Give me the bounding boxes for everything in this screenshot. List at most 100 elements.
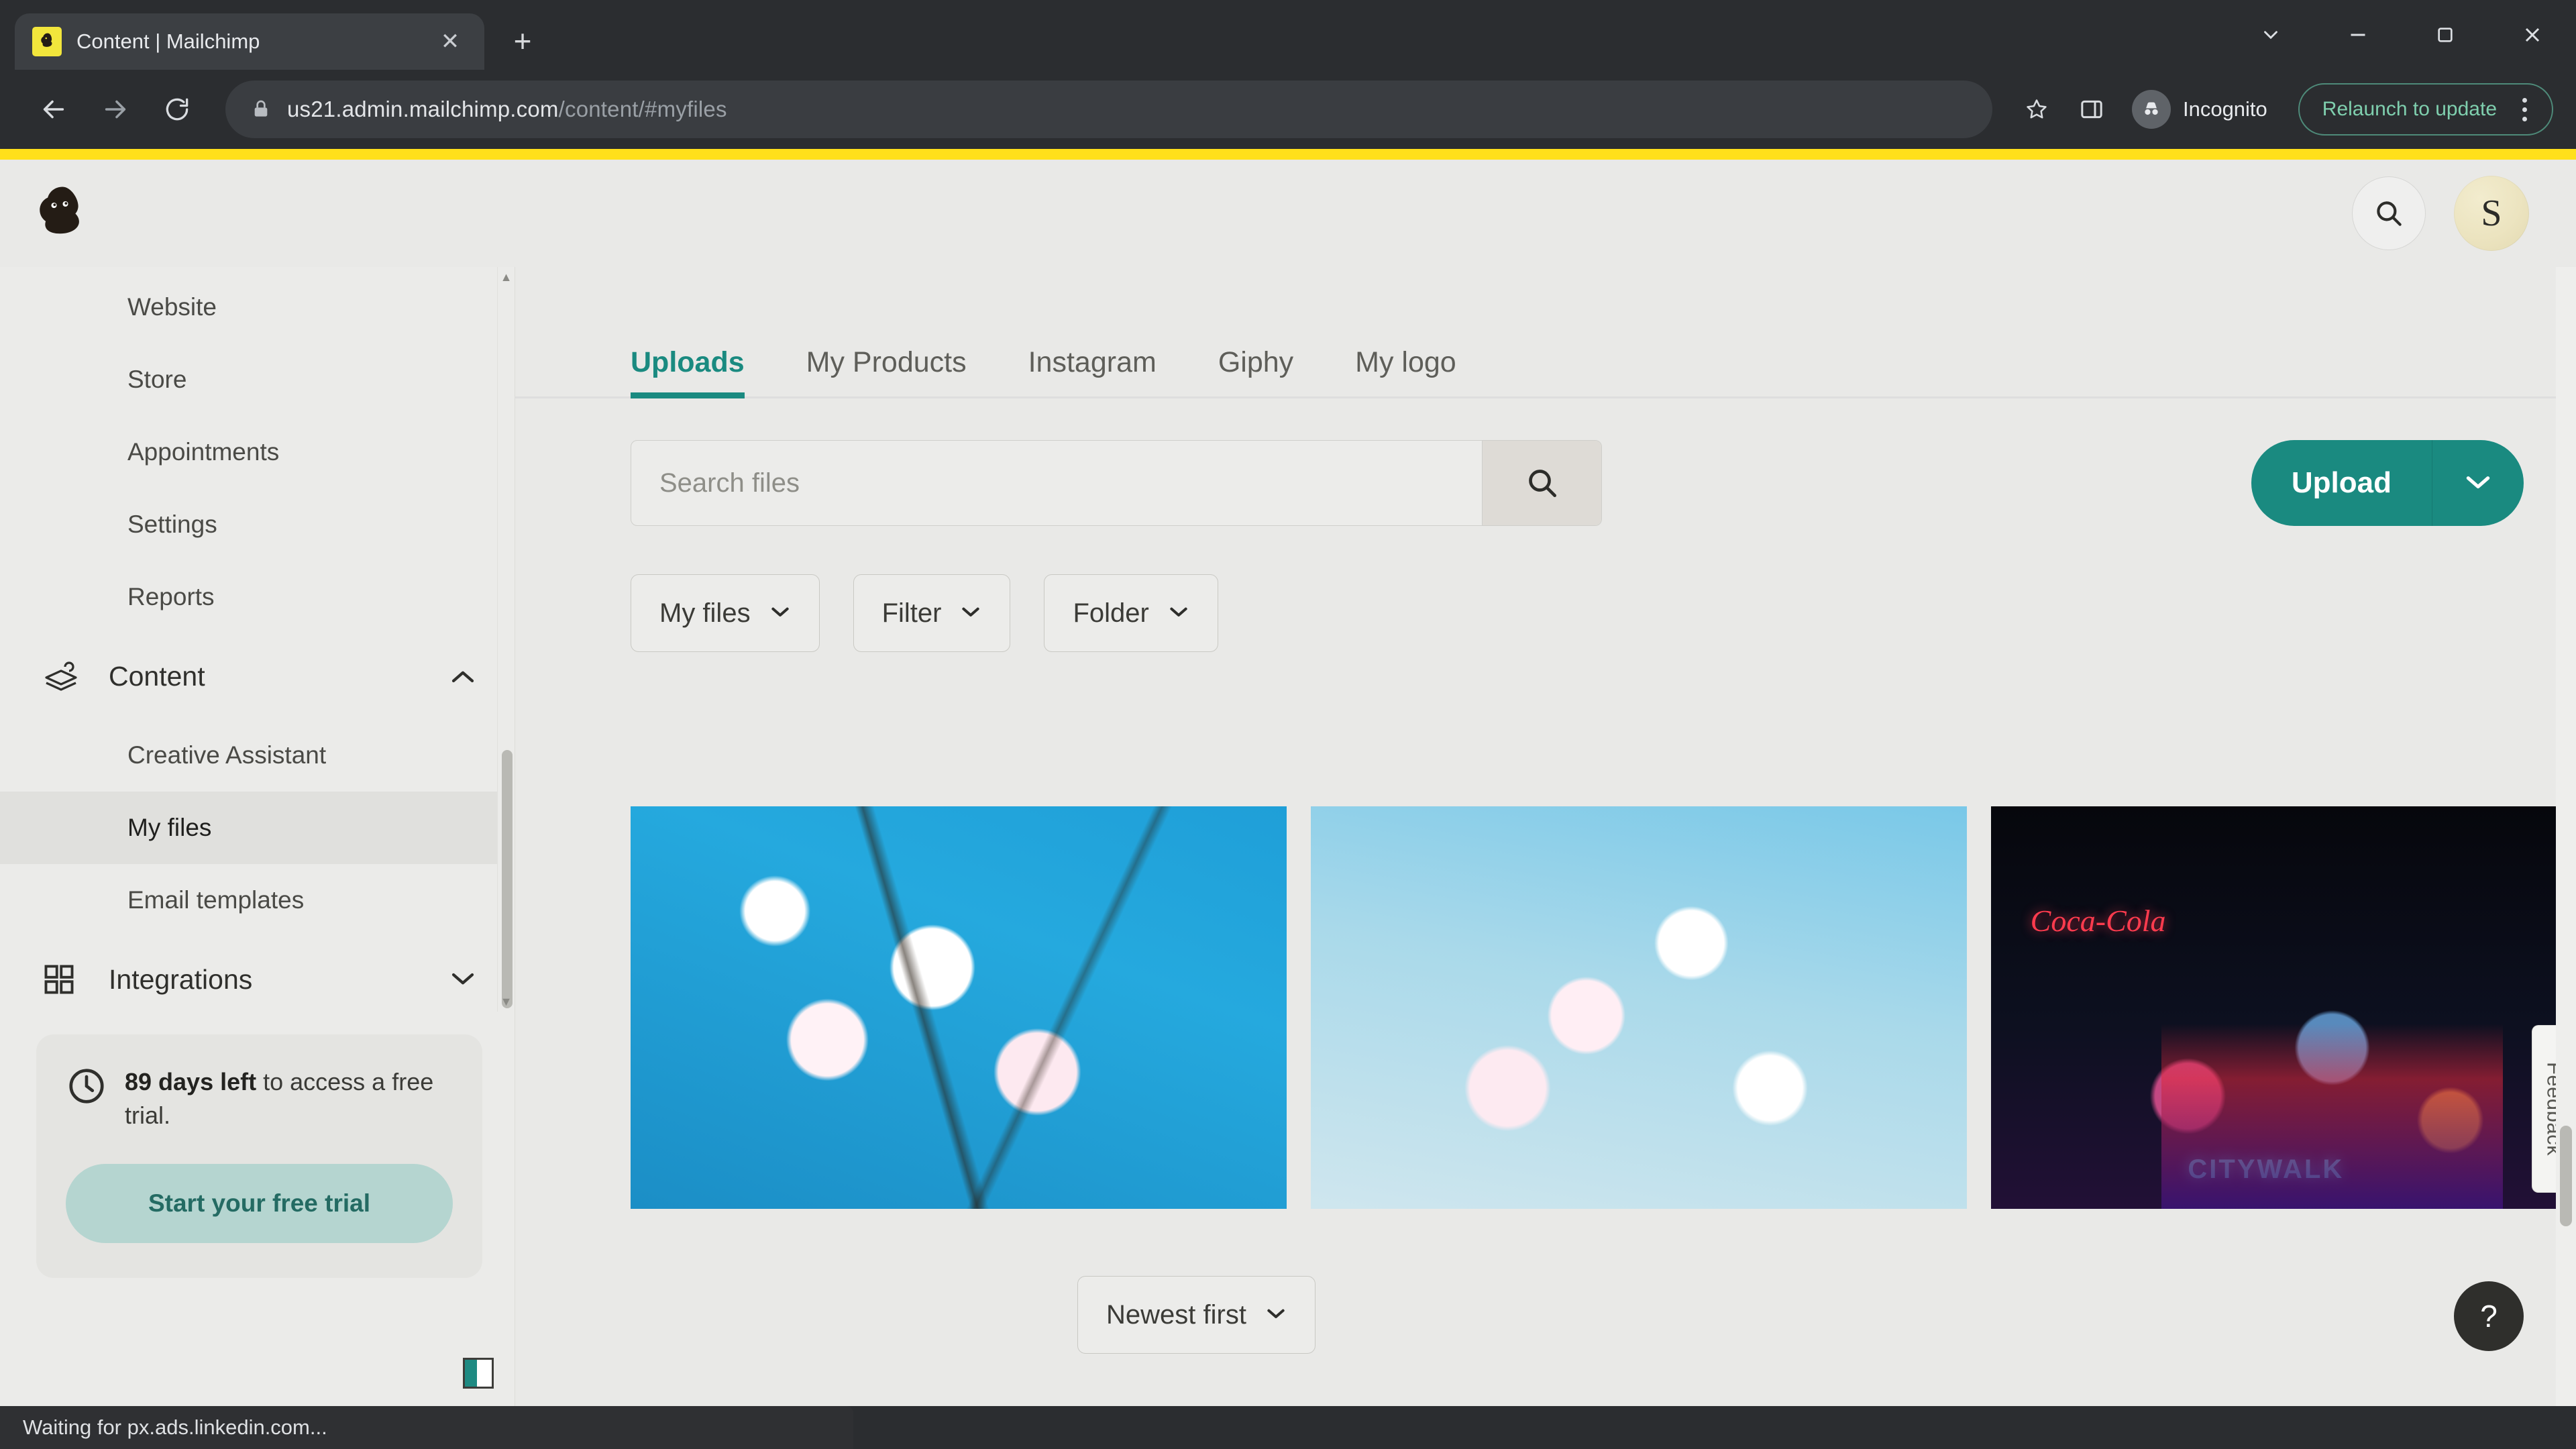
tab-instagram[interactable]: Instagram	[1028, 346, 1157, 396]
my-files-dropdown-label: My files	[659, 598, 751, 628]
browser-tab[interactable]: Content | Mailchimp ✕	[15, 13, 484, 70]
trial-days: 89 days left	[125, 1068, 257, 1095]
chevron-down-icon[interactable]	[449, 964, 477, 996]
bookmark-star-icon[interactable]	[2010, 83, 2063, 136]
side-panel-icon[interactable]	[2063, 81, 2120, 138]
search-submit-button[interactable]	[1482, 441, 1601, 525]
content-tabs: Uploads My Products Instagram Giphy My l…	[515, 267, 2576, 398]
my-files-dropdown[interactable]: My files	[631, 574, 820, 652]
relaunch-to-update-button[interactable]: Relaunch to update	[2298, 83, 2553, 136]
grid-icon	[42, 962, 93, 997]
sidebar-item-my-files[interactable]: My files	[0, 792, 515, 864]
incognito-profile-button[interactable]: Incognito	[2120, 80, 2285, 138]
mailchimp-logo-icon[interactable]	[25, 181, 94, 250]
avatar[interactable]: S	[2454, 176, 2529, 251]
forward-icon[interactable]	[85, 78, 146, 140]
new-tab-button[interactable]: +	[500, 19, 545, 63]
search-row: Upload	[515, 398, 2576, 526]
sidebar-item-store[interactable]: Store	[0, 343, 515, 416]
chevron-up-icon[interactable]	[449, 661, 477, 692]
app-body: Website Store Appointments Settings Repo…	[0, 267, 2576, 1406]
incognito-icon	[2131, 90, 2171, 129]
sidebar-item-appointments[interactable]: Appointments	[0, 416, 515, 488]
file-thumbnail: Coca-Cola CITYWALK	[1991, 806, 2576, 1209]
reload-icon[interactable]	[146, 78, 208, 140]
sidebar-group-content[interactable]: Content	[0, 633, 515, 719]
upload-button[interactable]: Upload	[2251, 440, 2432, 526]
help-button[interactable]: ?	[2454, 1281, 2524, 1351]
url-path: /content/#myfiles	[558, 97, 727, 121]
gallery-item[interactable]	[631, 806, 1287, 1209]
trial-text: 89 days left to access a free trial.	[125, 1065, 453, 1132]
status-bar: Waiting for px.ads.linkedin.com...	[0, 1406, 853, 1449]
relaunch-label: Relaunch to update	[2322, 98, 2497, 120]
tab-strip: Content | Mailchimp ✕ +	[0, 0, 2576, 70]
mailchimp-accent-bar	[0, 149, 2576, 160]
main-content: Uploads My Products Instagram Giphy My l…	[515, 267, 2576, 1406]
close-window-button[interactable]	[2489, 0, 2576, 70]
thumbnail-neon-text: CITYWALK	[2188, 1155, 2345, 1184]
header-search-icon[interactable]	[2352, 176, 2426, 250]
upload-split-button: Upload	[2251, 440, 2524, 526]
back-icon[interactable]	[23, 78, 85, 140]
tab-title: Content | Mailchimp	[76, 30, 260, 53]
sidebar-item-reports[interactable]: Reports	[0, 561, 515, 633]
tab-search-icon[interactable]	[2227, 0, 2314, 70]
trial-message-row: 89 days left to access a free trial.	[66, 1065, 453, 1132]
start-free-trial-button[interactable]: Start your free trial	[66, 1164, 453, 1244]
main-scrollbar[interactable]	[2556, 267, 2576, 1406]
url-text: us21.admin.mailchimp.com/content/#myfile…	[287, 97, 727, 122]
sidebar-scroll-area: Website Store Appointments Settings Repo…	[0, 267, 515, 1012]
filter-dropdown-label: Filter	[881, 598, 942, 628]
sidebar-scrollbar-thumb[interactable]	[502, 750, 513, 1008]
filter-row: My files Filter Folder	[515, 526, 2576, 652]
sidebar-item-creative-assistant[interactable]: Creative Assistant	[0, 719, 515, 792]
browser-toolbar: us21.admin.mailchimp.com/content/#myfile…	[0, 70, 2576, 149]
window-controls	[2227, 0, 2576, 70]
sidebar-item-email-templates[interactable]: Email templates	[0, 864, 515, 936]
scroll-down-icon[interactable]: ▼	[498, 991, 515, 1012]
sidebar-group-integrations[interactable]: Integrations	[0, 936, 515, 1012]
clock-icon	[66, 1065, 107, 1132]
sidebar-item-settings[interactable]: Settings	[0, 488, 515, 561]
main-scrollbar-thumb[interactable]	[2560, 1126, 2572, 1226]
sidebar: Website Store Appointments Settings Repo…	[0, 267, 515, 1406]
sort-dropdown[interactable]: Newest first	[1077, 1276, 1316, 1354]
content-icon	[42, 660, 93, 692]
minimize-button[interactable]	[2314, 0, 2402, 70]
mailchimp-app: S Website Store Appointments Settings Re…	[0, 160, 2576, 1406]
tab-my-products[interactable]: My Products	[806, 346, 967, 396]
tab-uploads[interactable]: Uploads	[631, 346, 745, 398]
sidebar-item-website[interactable]: Website	[0, 271, 515, 343]
sidebar-group-integrations-label: Integrations	[109, 963, 253, 995]
kebab-menu-icon[interactable]	[2504, 89, 2545, 130]
search-files-box[interactable]	[631, 440, 1602, 526]
search-input[interactable]	[631, 441, 1482, 525]
filter-dropdown[interactable]: Filter	[853, 574, 1011, 652]
folder-dropdown-label: Folder	[1073, 598, 1149, 628]
sidebar-scrollbar[interactable]: ▲ ▼	[497, 267, 515, 1012]
chevron-down-icon	[769, 603, 791, 624]
tab-giphy[interactable]: Giphy	[1218, 346, 1293, 396]
maximize-button[interactable]	[2402, 0, 2489, 70]
app-header: S	[0, 160, 2576, 267]
lock-icon	[246, 94, 276, 125]
scroll-up-icon[interactable]: ▲	[498, 267, 515, 287]
sidebar-group-content-label: Content	[109, 660, 205, 692]
folder-dropdown[interactable]: Folder	[1044, 574, 1218, 652]
address-bar[interactable]: us21.admin.mailchimp.com/content/#myfile…	[225, 80, 1992, 138]
browser-window: Content | Mailchimp ✕ + us21.admin.mailc…	[0, 0, 2576, 1449]
file-thumbnail	[1311, 806, 1967, 1209]
tab-my-logo[interactable]: My logo	[1355, 346, 1456, 396]
file-gallery: Coca-Cola CITYWALK	[515, 652, 2576, 1209]
sidebar-collapse-toggle[interactable]	[463, 1358, 494, 1389]
file-thumbnail	[631, 806, 1287, 1209]
mailchimp-favicon-icon	[32, 27, 62, 56]
gallery-item[interactable]	[1311, 806, 1967, 1209]
url-host: us21.admin.mailchimp.com	[287, 97, 559, 121]
tab-close-icon[interactable]: ✕	[433, 25, 467, 58]
chevron-down-icon	[1265, 1305, 1287, 1326]
incognito-label: Incognito	[2182, 97, 2267, 121]
upload-dropdown-chevron-down-icon[interactable]	[2432, 440, 2524, 526]
gallery-item[interactable]: Coca-Cola CITYWALK	[1991, 806, 2576, 1209]
